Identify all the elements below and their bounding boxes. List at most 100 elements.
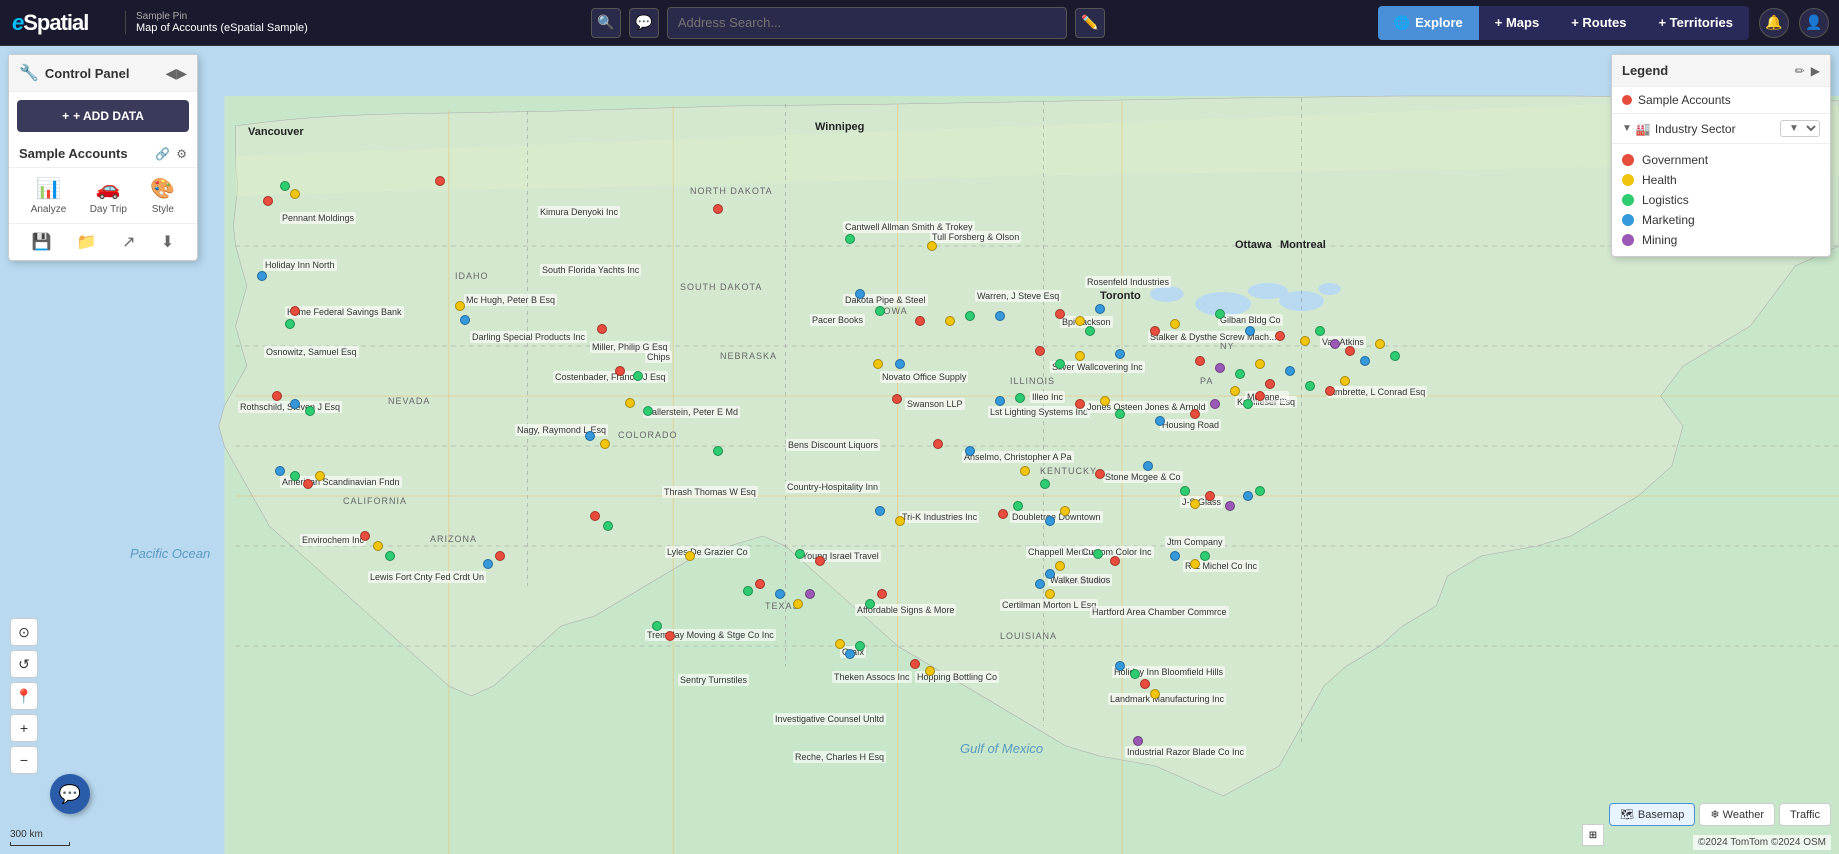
data-point[interactable] (875, 306, 885, 316)
data-point[interactable] (713, 204, 723, 214)
data-point[interactable] (1055, 359, 1065, 369)
share-icon[interactable]: ↗ (122, 232, 135, 252)
weather-button[interactable]: ❄ Weather (1699, 803, 1775, 826)
data-point[interactable] (895, 516, 905, 526)
data-point[interactable] (1190, 499, 1200, 509)
data-point[interactable] (483, 559, 493, 569)
data-point[interactable] (290, 471, 300, 481)
data-point[interactable] (775, 589, 785, 599)
data-point[interactable] (1170, 551, 1180, 561)
data-point[interactable] (315, 471, 325, 481)
data-point[interactable] (1345, 346, 1355, 356)
data-point[interactable] (873, 359, 883, 369)
data-point[interactable] (1075, 351, 1085, 361)
data-point[interactable] (1133, 736, 1143, 746)
data-point[interactable] (685, 551, 695, 561)
data-point[interactable] (285, 319, 295, 329)
data-point[interactable] (1275, 331, 1285, 341)
data-point[interactable] (1235, 369, 1245, 379)
data-point[interactable] (1243, 491, 1253, 501)
add-data-button[interactable]: + + ADD DATA (17, 100, 189, 132)
zoom-in-button[interactable]: + (10, 714, 38, 742)
data-point[interactable] (995, 311, 1005, 321)
data-point[interactable] (1390, 351, 1400, 361)
data-point[interactable] (1255, 359, 1265, 369)
data-point[interactable] (865, 599, 875, 609)
data-point[interactable] (280, 181, 290, 191)
draw-icon[interactable]: ✏️ (1075, 8, 1105, 38)
data-point[interactable] (835, 639, 845, 649)
download-icon[interactable]: ⬇ (161, 232, 174, 252)
data-point[interactable] (603, 521, 613, 531)
data-point[interactable] (1315, 326, 1325, 336)
data-point[interactable] (1100, 396, 1110, 406)
data-point[interactable] (1150, 689, 1160, 699)
explore-button[interactable]: 🌐 Explore (1378, 6, 1479, 40)
legend-edit-ctrl[interactable]: ✏ (1795, 64, 1805, 78)
data-point[interactable] (1140, 679, 1150, 689)
address-search-input[interactable] (667, 7, 1067, 39)
data-point[interactable] (1340, 376, 1350, 386)
data-point[interactable] (1375, 339, 1385, 349)
pin-button[interactable]: 📍 (10, 682, 38, 710)
data-point[interactable] (633, 371, 643, 381)
data-point[interactable] (1190, 559, 1200, 569)
data-point[interactable] (1115, 349, 1125, 359)
data-point[interactable] (597, 324, 607, 334)
data-point[interactable] (1095, 469, 1105, 479)
data-point[interactable] (1325, 386, 1335, 396)
data-point[interactable] (1210, 399, 1220, 409)
data-point[interactable] (1255, 486, 1265, 496)
data-point[interactable] (965, 446, 975, 456)
data-point[interactable] (600, 439, 610, 449)
data-point[interactable] (1013, 501, 1023, 511)
data-point[interactable] (652, 621, 662, 631)
maps-button[interactable]: + Maps (1479, 6, 1555, 40)
data-point[interactable] (1195, 356, 1205, 366)
data-point[interactable] (1225, 501, 1235, 511)
data-point[interactable] (892, 394, 902, 404)
data-point[interactable] (755, 579, 765, 589)
data-point[interactable] (305, 406, 315, 416)
data-point[interactable] (1155, 416, 1165, 426)
sector-dropdown[interactable]: ▼ (1780, 120, 1820, 137)
data-point[interactable] (290, 306, 300, 316)
data-point[interactable] (1045, 569, 1055, 579)
data-point[interactable] (1115, 409, 1125, 419)
folder-icon[interactable]: 📁 (77, 232, 97, 252)
layer-link-icon[interactable]: 🔗 (155, 147, 170, 161)
data-point[interactable] (845, 234, 855, 244)
data-point[interactable] (927, 241, 937, 251)
data-point[interactable] (373, 541, 383, 551)
data-point[interactable] (1035, 579, 1045, 589)
data-point[interactable] (965, 311, 975, 321)
data-point[interactable] (945, 316, 955, 326)
chat-button[interactable]: 💬 (50, 774, 90, 814)
sector-collapse-arrow[interactable]: ▼ (1622, 123, 1632, 134)
data-point[interactable] (495, 551, 505, 561)
save-icon[interactable]: 💾 (32, 232, 52, 252)
location-search-icon[interactable]: 🔍 (591, 8, 621, 38)
data-point[interactable] (1055, 309, 1065, 319)
data-point[interactable] (1255, 391, 1265, 401)
data-point[interactable] (257, 271, 267, 281)
data-point[interactable] (1285, 366, 1295, 376)
data-point[interactable] (290, 399, 300, 409)
data-point[interactable] (855, 641, 865, 651)
data-point[interactable] (1115, 661, 1125, 671)
comment-icon[interactable]: 💬 (629, 8, 659, 38)
data-point[interactable] (1060, 506, 1070, 516)
traffic-button[interactable]: Traffic (1779, 803, 1831, 826)
grid-view-button[interactable]: ⊞ (1582, 824, 1604, 846)
notifications-button[interactable]: 🔔 (1759, 8, 1789, 38)
data-point[interactable] (793, 599, 803, 609)
data-point[interactable] (615, 366, 625, 376)
daytrip-tool[interactable]: 🚗 Day Trip (90, 176, 127, 215)
data-point[interactable] (1190, 409, 1200, 419)
basemap-button[interactable]: 🗺 Basemap (1609, 803, 1695, 826)
data-point[interactable] (585, 431, 595, 441)
data-point[interactable] (1170, 319, 1180, 329)
data-point[interactable] (1150, 326, 1160, 336)
map-container[interactable]: VancouverWinnipegOttawaMontrealTorontoNO… (0, 46, 1839, 854)
data-point[interactable] (1360, 356, 1370, 366)
